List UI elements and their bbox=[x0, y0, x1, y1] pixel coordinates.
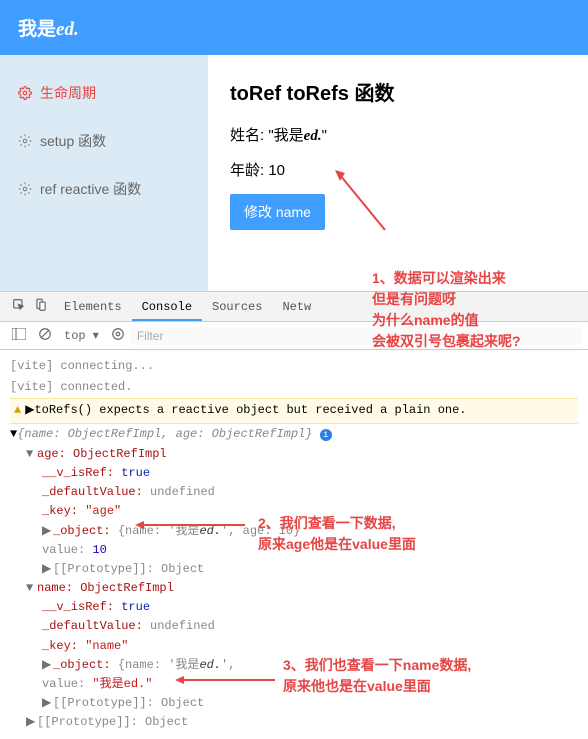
sidebar-item-label: setup 函数 bbox=[40, 131, 106, 151]
tab-network[interactable]: Netw bbox=[272, 293, 321, 321]
arrow-icon bbox=[170, 672, 280, 692]
expand-icon[interactable]: ▶ bbox=[42, 560, 51, 579]
gear-icon bbox=[18, 134, 32, 148]
annotation-1: 1、数据可以渲染出来 但是有问题呀 为什么name的值 会被双引号包裹起来呢? bbox=[372, 268, 521, 352]
object-root[interactable]: ▼{name: ObjectRefImpl, age: ObjectRefImp… bbox=[10, 424, 578, 445]
expand-icon[interactable]: ▶ bbox=[42, 694, 51, 713]
tree-row: __v_isRef: true bbox=[42, 598, 578, 617]
app-header: 我是ed. bbox=[0, 0, 588, 55]
gear-icon bbox=[18, 86, 32, 100]
age-label: 年龄: bbox=[230, 162, 264, 179]
sidebar-item-label: ref reactive 函数 bbox=[40, 179, 141, 199]
warning-icon: ▲ bbox=[14, 403, 21, 417]
info-icon[interactable]: i bbox=[320, 429, 332, 441]
tab-console[interactable]: Console bbox=[132, 293, 202, 321]
gear-icon bbox=[18, 182, 32, 196]
tree-row[interactable]: ▶[[Prototype]]: Object bbox=[42, 694, 578, 713]
name-value-suffix: " bbox=[322, 127, 327, 144]
name-value-ed: ed. bbox=[304, 128, 322, 144]
sidebar-item-lifecycle[interactable]: 生命周期 bbox=[0, 69, 208, 117]
age-value: 10 bbox=[268, 162, 285, 179]
name-value-prefix: "我是 bbox=[268, 127, 303, 144]
age-row: 年龄: 10 bbox=[230, 159, 566, 180]
expand-icon[interactable]: ▶ bbox=[42, 522, 51, 541]
annotation-3: 3、我们也查看一下name数据, 原来他也是在value里面 bbox=[283, 655, 471, 697]
tab-elements[interactable]: Elements bbox=[54, 293, 132, 321]
name-row: 姓名: "我是ed." bbox=[230, 124, 566, 145]
change-name-button[interactable]: 修改 name bbox=[230, 194, 325, 230]
collapse-icon[interactable]: ▼ bbox=[26, 579, 35, 598]
content-panel: toRef toRefs 函数 姓名: "我是ed." 年龄: 10 修改 na… bbox=[208, 55, 588, 291]
name-label: 姓名: bbox=[230, 127, 264, 144]
clear-console-icon[interactable] bbox=[32, 327, 58, 345]
warning-line: ▲▶toRefs() expects a reactive object but… bbox=[10, 398, 578, 423]
device-icon[interactable] bbox=[34, 298, 48, 316]
inspect-icon[interactable] bbox=[12, 298, 26, 316]
title-ed: ed. bbox=[56, 19, 79, 40]
page-title: toRef toRefs 函数 bbox=[230, 77, 566, 106]
tree-row: _defaultValue: undefined bbox=[42, 483, 578, 502]
annotation-2: 2、我们查看一下数据, 原来age他是在value里面 bbox=[258, 513, 416, 555]
sidebar-item-label: 生命周期 bbox=[40, 83, 96, 103]
tree-row[interactable]: ▼age: ObjectRefImpl bbox=[26, 445, 578, 464]
expand-icon[interactable]: ▶ bbox=[42, 656, 51, 675]
eye-icon[interactable] bbox=[105, 327, 131, 345]
tree-row: _key: "name" bbox=[42, 637, 578, 656]
sidebar-item-ref-reactive[interactable]: ref reactive 函数 bbox=[0, 165, 208, 213]
arrow-icon bbox=[130, 517, 250, 537]
expand-icon[interactable]: ▶ bbox=[26, 713, 35, 732]
sidebar: 生命周期 setup 函数 ref reactive 函数 bbox=[0, 55, 208, 291]
log-line: [vite] connected. bbox=[10, 377, 578, 398]
tree-row[interactable]: ▶[[Prototype]]: Object bbox=[42, 560, 578, 579]
log-line: [vite] connecting... bbox=[10, 356, 578, 377]
context-selector[interactable]: top ▾ bbox=[58, 328, 105, 343]
title-prefix: 我是 bbox=[18, 19, 56, 40]
tree-row[interactable]: ▼name: ObjectRefImpl bbox=[26, 579, 578, 598]
collapse-icon[interactable]: ▼ bbox=[26, 445, 35, 464]
tree-row: _defaultValue: undefined bbox=[42, 617, 578, 636]
tree-row: __v_isRef: true bbox=[42, 464, 578, 483]
tab-sources[interactable]: Sources bbox=[202, 293, 272, 321]
arrow-icon bbox=[330, 165, 390, 235]
main-area: 生命周期 setup 函数 ref reactive 函数 toRef toRe… bbox=[0, 55, 588, 291]
sidebar-toggle-icon[interactable] bbox=[6, 328, 32, 344]
tree-row[interactable]: ▶[[Prototype]]: Object bbox=[26, 713, 578, 732]
sidebar-item-setup[interactable]: setup 函数 bbox=[0, 117, 208, 165]
